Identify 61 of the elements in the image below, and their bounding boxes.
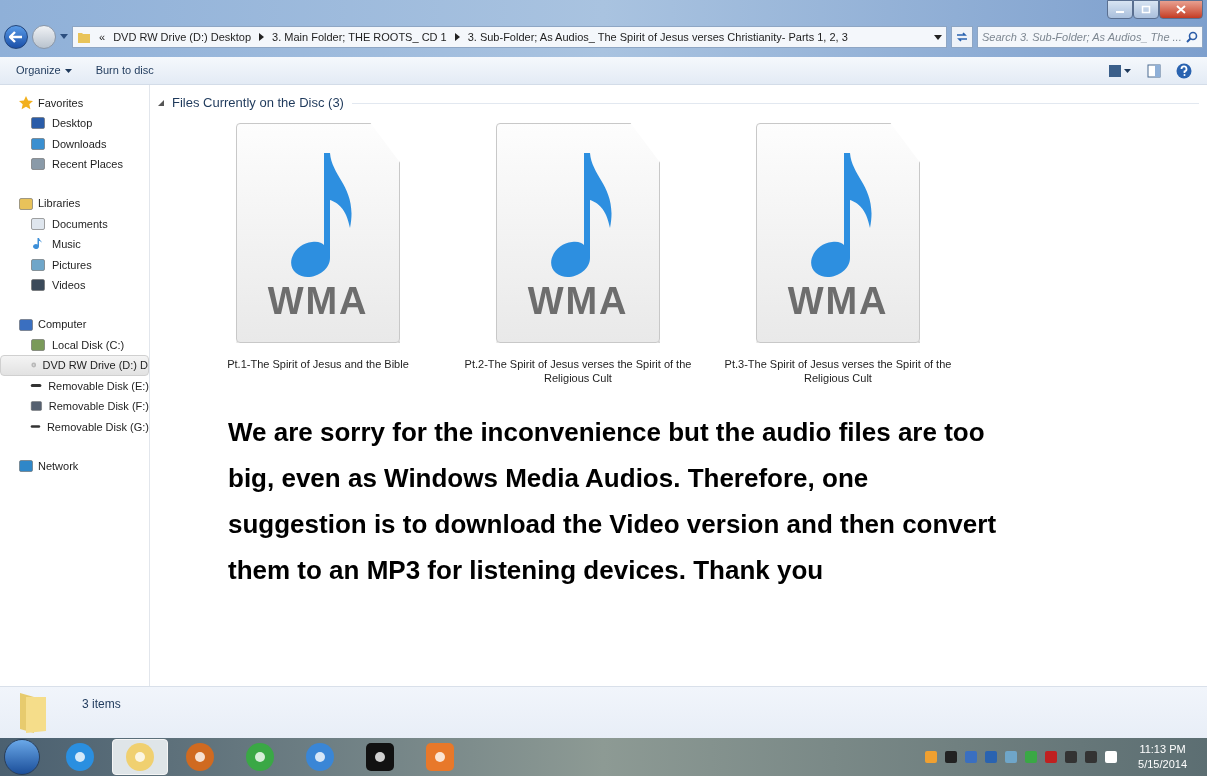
tray-icon[interactable] bbox=[1104, 750, 1119, 764]
view-icon bbox=[1109, 64, 1131, 77]
refresh-button[interactable] bbox=[951, 26, 973, 48]
left-arrow-icon bbox=[9, 31, 23, 43]
tray-icon[interactable] bbox=[944, 750, 959, 764]
back-button[interactable] bbox=[4, 25, 28, 49]
star-icon bbox=[18, 95, 34, 111]
chevron-right-icon[interactable] bbox=[259, 33, 265, 41]
file-name[interactable]: Pt.2-The Spirit of Jesus verses the Spirit of the Religious Cult bbox=[453, 357, 703, 385]
nav-section[interactable]: Network bbox=[0, 456, 149, 476]
nav-item[interactable]: Videos bbox=[0, 275, 149, 296]
nav-item[interactable]: Removable Disk (F:) bbox=[0, 396, 149, 417]
pane-icon bbox=[1147, 63, 1161, 78]
breadcrumb-segment[interactable]: 3. Sub-Folder; As Audios_ The Spirit of Jesus verses Christianity- Parts 1, 2, 3 bbox=[467, 28, 848, 46]
nav-item[interactable]: Desktop bbox=[0, 113, 149, 134]
start-button[interactable] bbox=[4, 739, 40, 775]
search-icon bbox=[1186, 31, 1198, 43]
file-name[interactable]: Pt.1-The Spirit of Jesus and the Bible bbox=[193, 357, 443, 371]
close-button[interactable] bbox=[1159, 0, 1203, 19]
audio-file-icon[interactable]: WMA bbox=[496, 123, 660, 343]
nav-section[interactable]: Computer bbox=[0, 314, 149, 335]
chevron-right-icon[interactable] bbox=[454, 33, 460, 41]
toolbar-button[interactable]: Organize bbox=[8, 59, 80, 82]
question-mark-icon bbox=[1176, 62, 1192, 79]
nav-item[interactable]: Removable Disk (E:) bbox=[0, 375, 149, 396]
restore-icon bbox=[1141, 5, 1151, 14]
audio-file-icon[interactable]: WMA bbox=[756, 123, 920, 343]
file-type-label: WMA bbox=[527, 282, 629, 320]
nav-item[interactable]: Local Disk (C:) bbox=[0, 334, 149, 355]
nav-section[interactable]: Favorites bbox=[0, 93, 149, 113]
item-count: 3 items bbox=[82, 696, 121, 713]
nav-item[interactable]: Removable Disk (G:) bbox=[0, 416, 149, 437]
nav-item[interactable]: Documents bbox=[0, 213, 149, 234]
clock[interactable]: 11:13 PM 5/15/2014 bbox=[1138, 742, 1187, 772]
refresh-arrows-icon bbox=[956, 31, 968, 43]
file-type-label: WMA bbox=[787, 282, 889, 320]
breadcrumb-overflow[interactable]: « bbox=[99, 28, 106, 46]
caret-icon bbox=[64, 68, 72, 73]
nav-item[interactable]: Music bbox=[0, 234, 149, 255]
notice-text: We are sorry for the inconvenience but the audio files are too big, even as Windows Media Audios. Therefore, one suggestion is to download the Video version and then convert them to an MP3 for listening devices. Thank you bbox=[228, 416, 998, 587]
audio-file-icon[interactable]: WMA bbox=[236, 123, 400, 343]
file-name[interactable]: Pt.3-The Spirit of Jesus verses the Spirit of the Religious Cult bbox=[713, 357, 963, 385]
nav-item[interactable]: DVD RW Drive (D:) D bbox=[0, 355, 149, 376]
minimize-button[interactable] bbox=[1107, 0, 1133, 19]
toolbar-button[interactable]: Burn to disc bbox=[87, 59, 162, 82]
tray-icon[interactable] bbox=[1064, 750, 1079, 764]
address-bar[interactable]: « DVD RW Drive (D:) Desktop 3. Main Folder; THE ROOTS_ CD 1 3. Sub-Folder; As Audios_ The Spirit of Jesus verses Christianity- Parts 1, 2, 3 bbox=[72, 26, 947, 48]
breadcrumb-segment[interactable]: 3. Main Folder; THE ROOTS_ CD 1 bbox=[272, 28, 447, 46]
file-type-label: WMA bbox=[267, 282, 369, 320]
search-field[interactable]: Search 3. Sub-Folder; As Audios_ The ... bbox=[977, 26, 1203, 48]
group-header: Files Currently on the Disc (3) bbox=[172, 94, 344, 113]
close-icon bbox=[1176, 5, 1186, 14]
tray-icon[interactable] bbox=[1084, 750, 1099, 764]
restore-button[interactable] bbox=[1133, 0, 1159, 19]
nav-item[interactable]: Pictures bbox=[0, 254, 149, 275]
nav-section[interactable]: Libraries bbox=[0, 193, 149, 214]
collapse-triangle-icon[interactable] bbox=[158, 100, 164, 106]
nav-item[interactable]: Recent Places bbox=[0, 154, 149, 175]
caret-icon[interactable] bbox=[934, 34, 942, 40]
breadcrumb-segment[interactable]: DVD RW Drive (D:) Desktop bbox=[113, 28, 252, 46]
nav-item[interactable]: Downloads bbox=[0, 133, 149, 154]
